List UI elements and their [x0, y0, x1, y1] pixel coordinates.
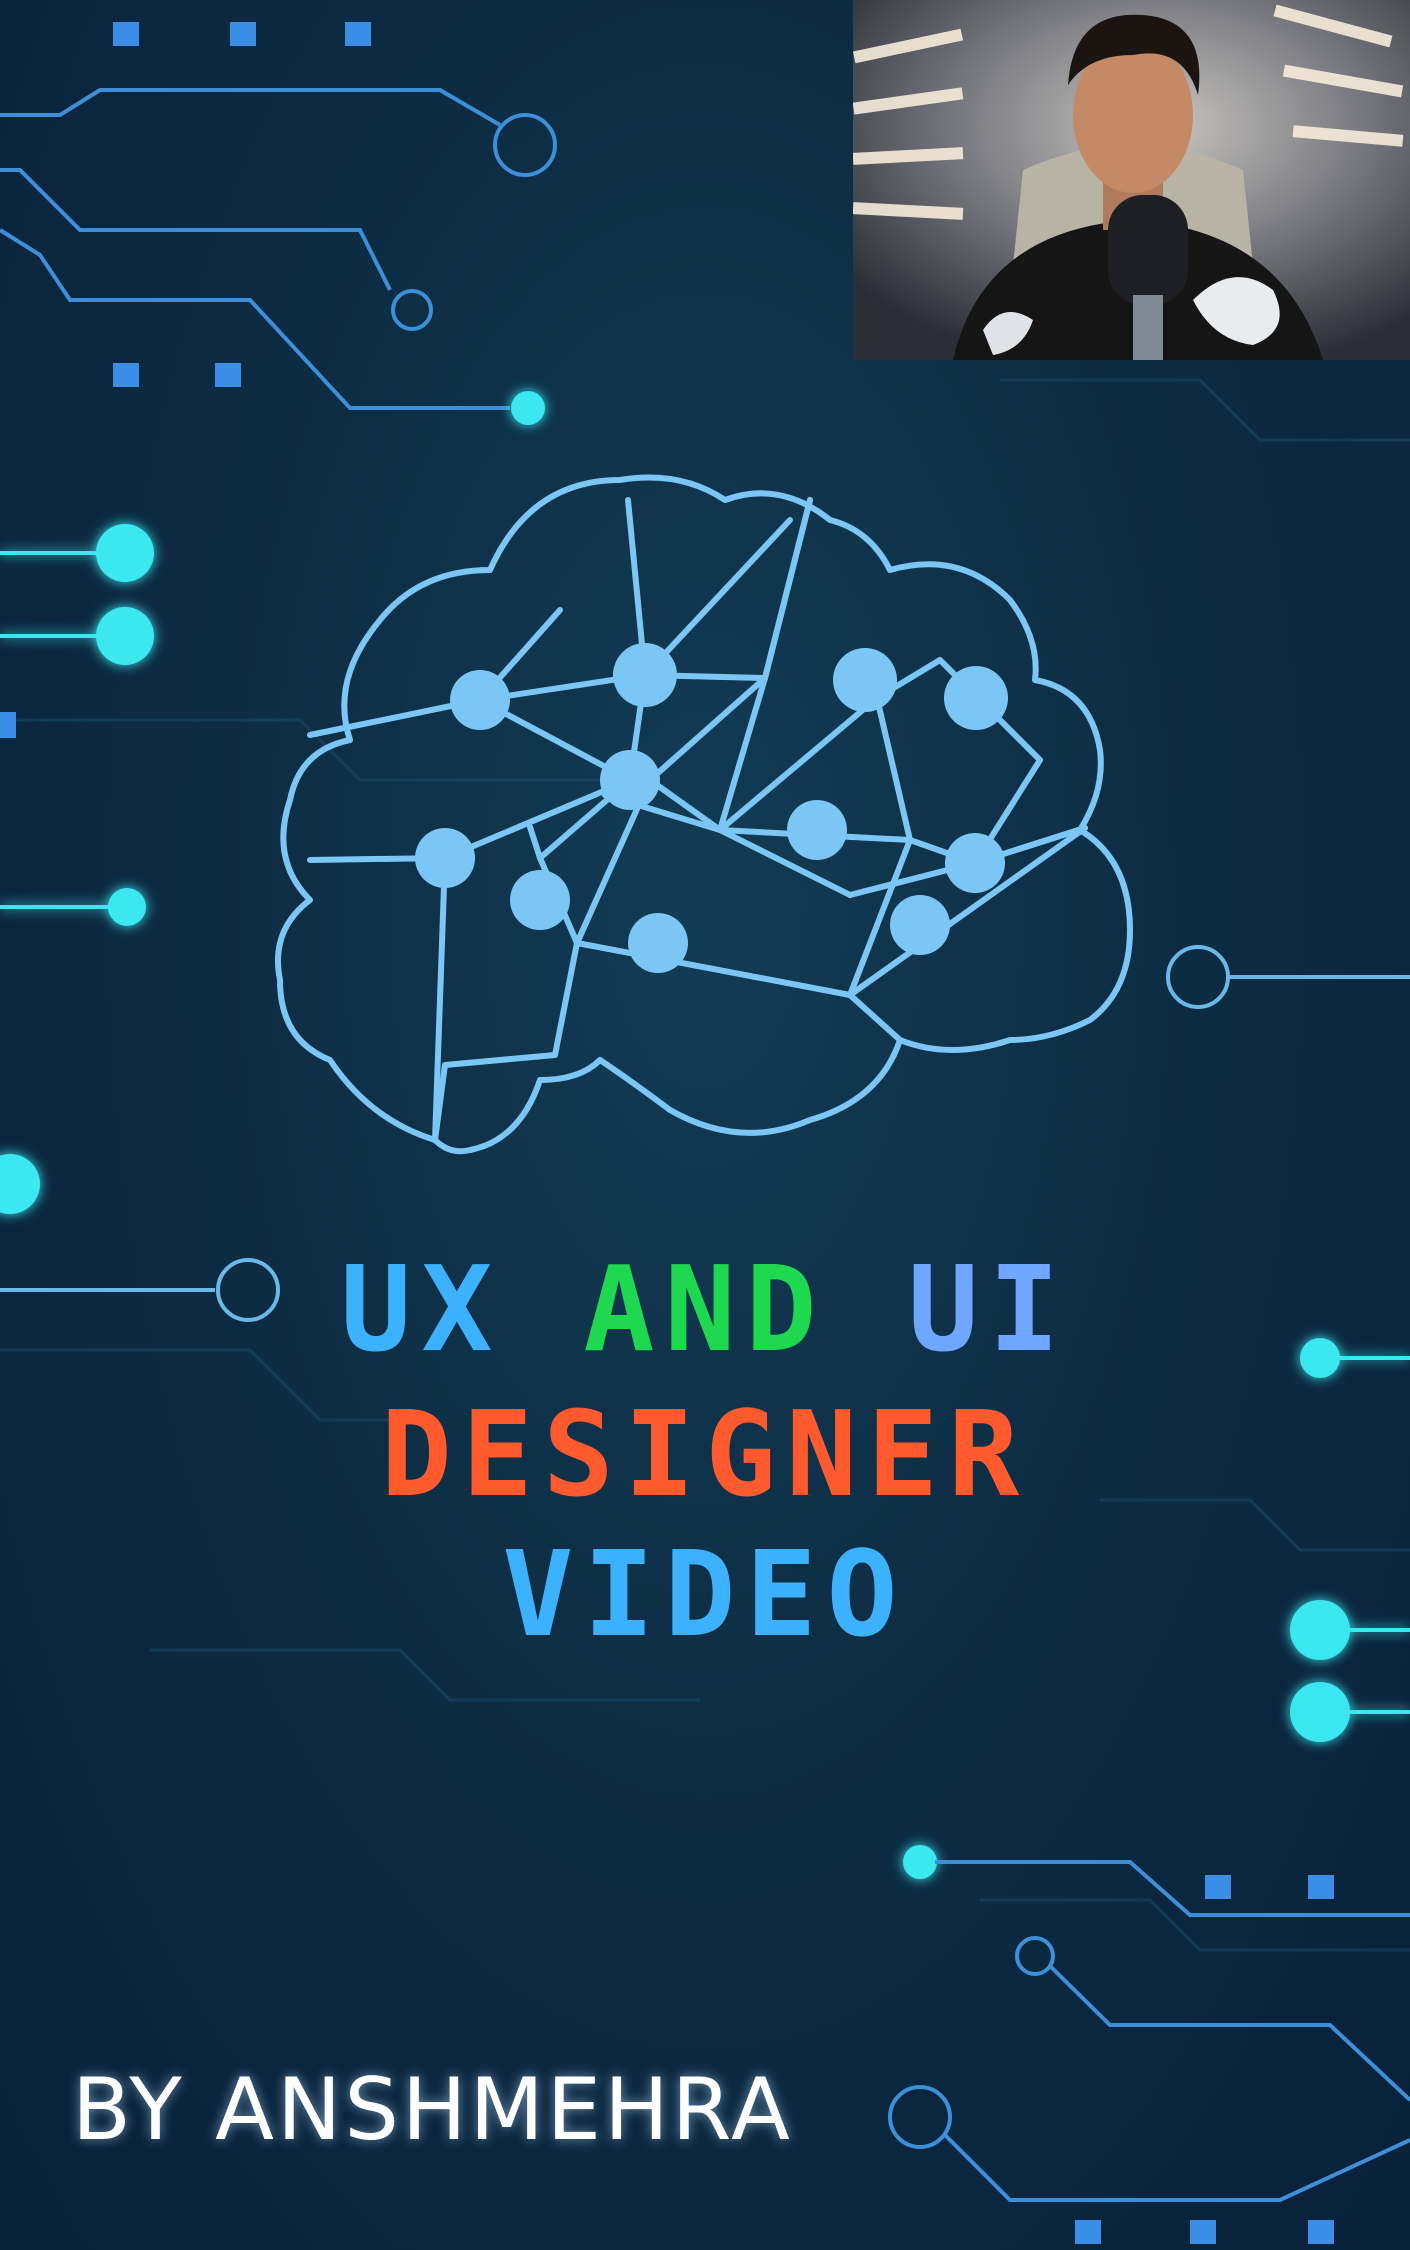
poster: UX AND UI DESIGNER VIDEO BY ANSHMEHRA: [0, 0, 1410, 2250]
title-word-and: AND: [583, 1240, 827, 1378]
presenter-webcam: [853, 0, 1410, 360]
title-line-2: DESIGNER: [380, 1385, 1030, 1523]
title-line-1: UX AND UI: [0, 1240, 1410, 1378]
title-word-ux: UX: [340, 1240, 503, 1378]
title-line-3: VIDEO: [502, 1525, 908, 1663]
author-credit: BY ANSHMEHRA: [72, 2060, 793, 2160]
presenter-image: [853, 0, 1410, 360]
title-word-ui: UI: [907, 1240, 1070, 1378]
brain-network-icon: [275, 474, 1133, 1155]
